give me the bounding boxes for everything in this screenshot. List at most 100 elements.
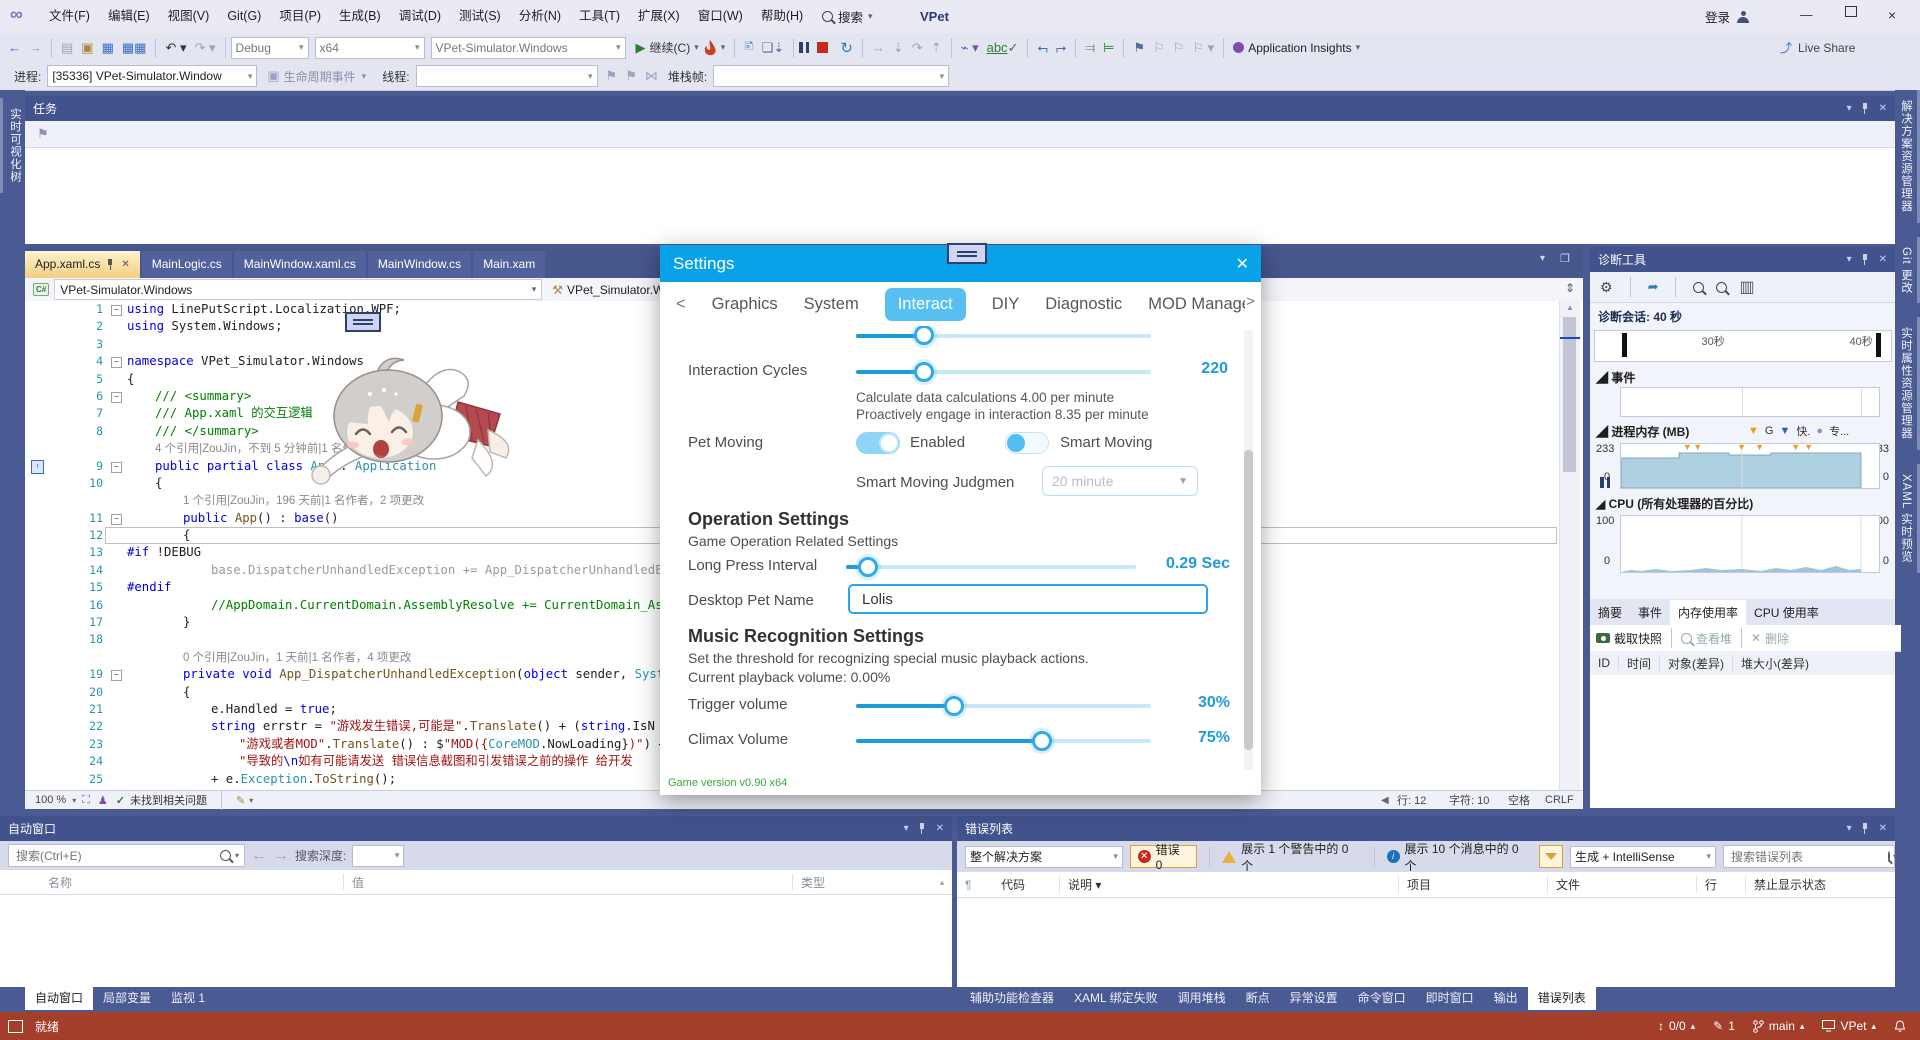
- toggle-flagged-icon[interactable]: ⋈: [645, 68, 658, 84]
- bottom-tab-4[interactable]: 异常设置: [1280, 985, 1348, 1010]
- find-in-files-icon[interactable]: 🗈: [744, 37, 754, 59]
- app-insights-label[interactable]: Application Insights: [1248, 41, 1351, 55]
- close-tab-icon[interactable]: ✕: [121, 251, 129, 278]
- settings-scrollbar[interactable]: [1244, 330, 1253, 770]
- maximize-button[interactable]: [1845, 6, 1857, 17]
- judgment-interval-dropdown[interactable]: 20 minute ▼: [1042, 466, 1198, 496]
- settings-tab-diy[interactable]: DIY: [992, 295, 1020, 314]
- navigate-forward-icon[interactable]: →: [29, 40, 42, 55]
- prev-result-icon[interactable]: ←: [251, 847, 267, 865]
- search-depth-dropdown[interactable]: ▾: [352, 845, 404, 867]
- tabs-scroll-left[interactable]: <: [676, 295, 686, 314]
- bottom-tab-0[interactable]: 辅助功能检查器: [960, 985, 1064, 1010]
- close-icon[interactable]: ✕: [1236, 254, 1249, 274]
- doc-well-dropdown-icon[interactable]: ▾: [1540, 253, 1545, 264]
- startup-project-dropdown[interactable]: VPet-Simulator.Windows▾: [431, 37, 626, 59]
- autos-search-input[interactable]: [14, 848, 220, 864]
- autos-tab-0[interactable]: 自动窗口: [25, 985, 93, 1010]
- events-section-header[interactable]: ◢ 事件: [1596, 369, 1635, 386]
- menubar-item-1[interactable]: 编辑(E): [99, 0, 159, 33]
- thread-dropdown[interactable]: ▾: [416, 65, 598, 87]
- col-project[interactable]: 项目: [1399, 876, 1548, 893]
- sign-in-button[interactable]: 登录: [1705, 0, 1749, 33]
- diag-tab-1[interactable]: 事件: [1630, 600, 1670, 625]
- memory-section-header[interactable]: ◢ 进程内存 (MB): [1596, 423, 1689, 440]
- scroll-up-icon[interactable]: ▲: [938, 878, 952, 887]
- bookmark-icon[interactable]: ⚑: [1133, 40, 1145, 56]
- settings-tab-interact[interactable]: Interact: [885, 288, 966, 321]
- close-icon[interactable]: ✕: [1879, 103, 1887, 114]
- float-window-icon[interactable]: ❐: [1560, 252, 1570, 265]
- clipped-slider[interactable]: [856, 334, 1151, 338]
- stack-frame-dropdown[interactable]: ▾: [713, 65, 949, 87]
- pending-changes-button[interactable]: ✎1: [1713, 1019, 1735, 1033]
- chevron-down-icon[interactable]: ▾: [904, 823, 909, 834]
- continue-label[interactable]: 继续(C): [650, 39, 691, 56]
- pin-tab-icon[interactable]: [106, 259, 115, 270]
- clear-bookmarks-icon[interactable]: ⚐ ▾: [1192, 40, 1214, 56]
- drag-handle-box[interactable]: [947, 243, 987, 264]
- zoom-level[interactable]: 100 %: [35, 794, 66, 806]
- document-tab-4[interactable]: Main.xam: [473, 251, 545, 278]
- code-cleanup-icon[interactable]: ⛶: [82, 794, 90, 807]
- save-icon[interactable]: ▦: [102, 40, 114, 56]
- bottom-tab-7[interactable]: 输出: [1484, 985, 1528, 1010]
- warnings-filter-button[interactable]: 展示 1 个警告中的 0 个: [1222, 840, 1362, 874]
- col-file[interactable]: 文件: [1548, 876, 1697, 893]
- scrollbar-thumb[interactable]: [1563, 317, 1576, 472]
- source-dropdown[interactable]: 生成 + IntelliSense: [1575, 848, 1675, 865]
- show-next-statement-icon[interactable]: →: [872, 40, 885, 55]
- document-tab-0[interactable]: App.xaml.cs✕: [25, 251, 140, 278]
- spell-check-icon[interactable]: abc✓: [987, 40, 1019, 56]
- interaction-cycles-slider[interactable]: [856, 370, 1151, 374]
- menubar-item-10[interactable]: 扩展(X): [629, 0, 689, 33]
- flag-thread-icon[interactable]: ⚑: [606, 68, 618, 84]
- stop-debug-icon[interactable]: [817, 42, 828, 53]
- menubar-item-11[interactable]: 窗口(W): [689, 0, 752, 33]
- decrease-indent-icon[interactable]: ⫤: [1085, 40, 1095, 56]
- step-into-icon[interactable]: ⇣: [893, 40, 904, 56]
- pin-icon[interactable]: [1861, 823, 1870, 834]
- pin-icon[interactable]: [1861, 103, 1870, 114]
- type-nav-dropdown[interactable]: VPet_Simulator.W: [567, 283, 664, 297]
- fold-toggle-icon[interactable]: −: [111, 357, 122, 368]
- col-code[interactable]: 代码: [1001, 876, 1060, 893]
- col-value[interactable]: 值: [344, 874, 793, 891]
- minimize-button[interactable]: —: [1800, 8, 1813, 22]
- redo-icon[interactable]: ↷ ▾: [195, 40, 216, 56]
- col-suppression[interactable]: 禁止显示状态: [1746, 876, 1826, 893]
- drag-handle-box[interactable]: [345, 312, 381, 332]
- error-search-input[interactable]: [1729, 849, 1888, 865]
- menubar-item-2[interactable]: 视图(V): [159, 0, 219, 33]
- timeline-ruler[interactable]: 30秒40秒: [1594, 330, 1892, 362]
- bottom-tab-2[interactable]: 调用堆栈: [1168, 985, 1236, 1010]
- chevron-down-icon[interactable]: ▾: [1847, 823, 1852, 834]
- menubar-item-9[interactable]: 工具(T): [570, 0, 629, 33]
- fold-toggle-icon[interactable]: −: [111, 462, 122, 473]
- fold-toggle-icon[interactable]: −: [111, 514, 122, 525]
- climax-volume-slider[interactable]: [856, 739, 1151, 743]
- platform-dropdown[interactable]: x64▾: [315, 37, 425, 59]
- bottom-tab-1[interactable]: XAML 绑定失败: [1064, 985, 1168, 1010]
- vpet-mascot[interactable]: [292, 352, 522, 494]
- editor-vertical-scrollbar[interactable]: ▲: [1559, 301, 1580, 790]
- project-nav-dropdown[interactable]: VPet-Simulator.Windows▾: [54, 279, 542, 300]
- settings-tab-diagnostic[interactable]: Diagnostic: [1045, 295, 1122, 314]
- increase-indent-icon[interactable]: ⊨: [1103, 40, 1114, 56]
- bottom-tab-8[interactable]: 错误列表: [1528, 985, 1596, 1010]
- autos-tab-1[interactable]: 局部变量: [93, 985, 161, 1010]
- long-press-slider[interactable]: [846, 565, 1136, 569]
- bottom-tab-6[interactable]: 即时窗口: [1416, 985, 1484, 1010]
- step-over-icon[interactable]: ↷: [912, 40, 923, 56]
- chevron-down-icon[interactable]: ▾: [1847, 254, 1852, 265]
- next-result-icon[interactable]: →: [273, 847, 289, 865]
- search-box[interactable]: 搜索 ▾: [822, 0, 873, 33]
- solution-config-dropdown[interactable]: Debug▾: [231, 37, 309, 59]
- messages-filter-button[interactable]: i 展示 10 个消息中的 0 个: [1387, 840, 1532, 874]
- menubar-item-3[interactable]: Git(G): [218, 0, 270, 33]
- fold-toggle-icon[interactable]: −: [111, 670, 122, 681]
- process-dropdown[interactable]: [35336] VPet-Simulator.Window▾: [47, 65, 257, 87]
- bell-icon[interactable]: [1894, 1020, 1906, 1033]
- next-bookmark-icon[interactable]: ⚐: [1173, 40, 1185, 56]
- fold-toggle-icon[interactable]: −: [111, 392, 122, 403]
